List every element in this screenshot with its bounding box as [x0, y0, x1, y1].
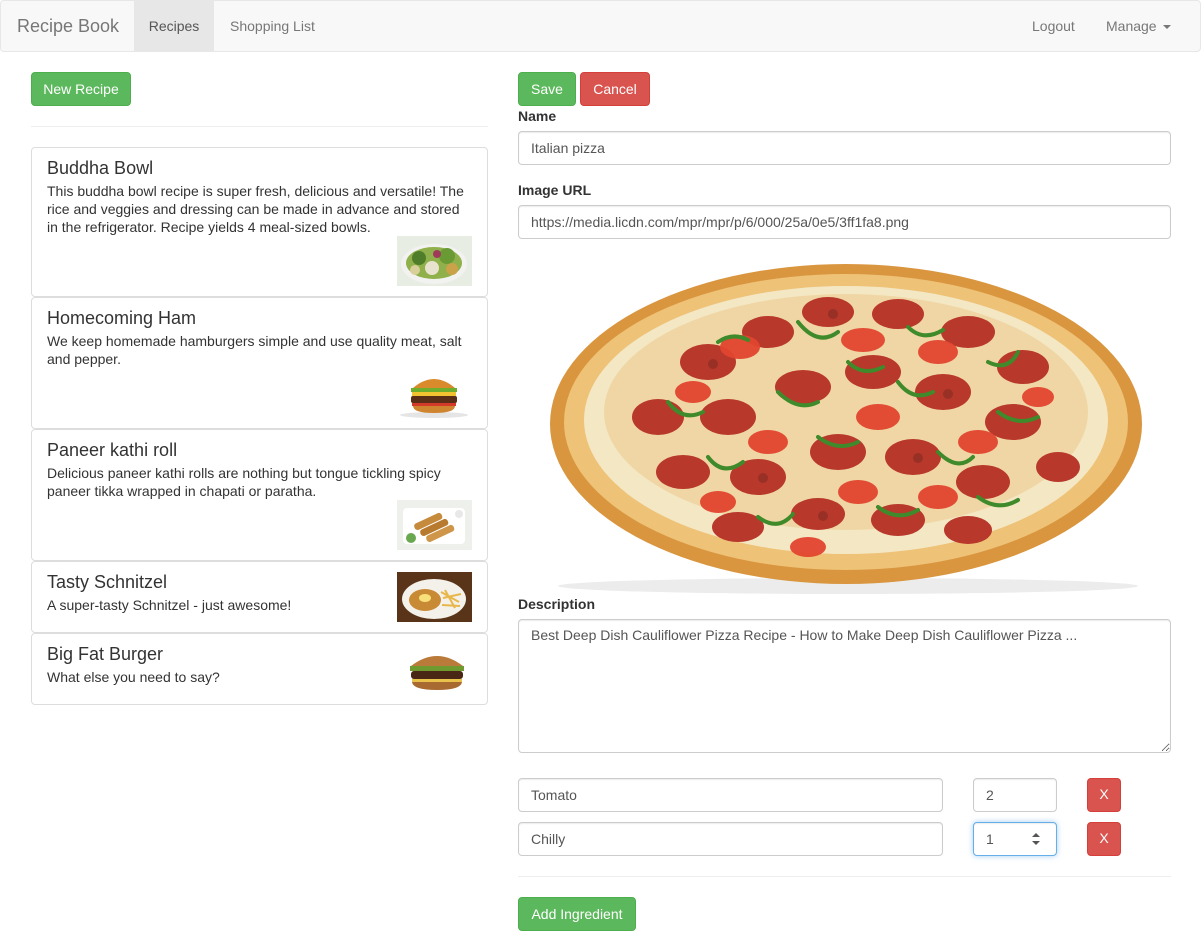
- recipe-description: This buddha bowl recipe is super fresh, …: [47, 183, 464, 235]
- save-button[interactable]: Save: [518, 72, 576, 106]
- recipe-title: Tasty Schnitzel: [47, 572, 168, 592]
- ingredient-name-input[interactable]: [518, 822, 943, 856]
- divider: [31, 126, 488, 127]
- navbar: Recipe Book Recipes Shopping List Logout…: [0, 0, 1201, 52]
- nav-recipes[interactable]: Recipes: [134, 1, 214, 51]
- recipe-list-item-tasty-schnitzel[interactable]: Tasty Schnitzel A super-tasty Schnitzel …: [31, 561, 488, 633]
- recipe-title: Homecoming Ham: [47, 308, 197, 328]
- kathi-roll-thumbnail: [397, 500, 472, 550]
- new-recipe-button[interactable]: New Recipe: [31, 72, 131, 106]
- description-label: Description: [518, 596, 596, 612]
- brand-link[interactable]: Recipe Book: [17, 1, 119, 51]
- recipe-list-item-buddha-bowl[interactable]: Buddha Bowl This buddha bowl recipe is s…: [31, 147, 488, 297]
- nav-manage-label: Manage: [1106, 18, 1157, 34]
- pepperoni-pizza-image: [518, 252, 1171, 594]
- ingredient-amount-input[interactable]: [973, 778, 1057, 812]
- name-label: Name: [518, 108, 557, 124]
- recipe-title: Buddha Bowl: [47, 158, 154, 178]
- ingredient-name-input[interactable]: [518, 778, 943, 812]
- recipe-list-item-big-fat-burger[interactable]: Big Fat Burger What else you need to say…: [31, 633, 488, 705]
- nav-manage-dropdown[interactable]: Manage: [1106, 1, 1171, 51]
- cancel-button[interactable]: Cancel: [580, 72, 650, 106]
- remove-ingredient-button[interactable]: X: [1087, 822, 1121, 856]
- ingredient-amount-input[interactable]: [973, 822, 1057, 856]
- image-url-input[interactable]: [518, 205, 1171, 239]
- burger-thumbnail: [397, 644, 472, 694]
- schnitzel-thumbnail: [397, 572, 472, 622]
- recipe-list-item-paneer-kathi-roll[interactable]: Paneer kathi roll Delicious paneer kathi…: [31, 429, 488, 561]
- recipe-list-item-homecoming-ham[interactable]: Homecoming Ham We keep homemade hamburge…: [31, 297, 488, 429]
- recipe-title: Paneer kathi roll: [47, 440, 178, 460]
- recipe-description: We keep homemade hamburgers simple and u…: [47, 333, 462, 367]
- recipe-title: Big Fat Burger: [47, 644, 164, 664]
- description-textarea[interactable]: Best Deep Dish Cauliflower Pizza Recipe …: [518, 619, 1171, 753]
- remove-ingredient-button[interactable]: X: [1087, 778, 1121, 812]
- recipe-description: Delicious paneer kathi rolls are nothing…: [47, 465, 441, 499]
- name-input[interactable]: [518, 131, 1171, 165]
- nav-shopping-list[interactable]: Shopping List: [230, 1, 315, 51]
- add-ingredient-button[interactable]: Add Ingredient: [518, 897, 636, 931]
- divider: [518, 876, 1171, 877]
- caret-down-icon: [1162, 25, 1171, 30]
- number-spinner-icon[interactable]: [1029, 830, 1043, 848]
- hamburger-thumbnail: [397, 368, 472, 418]
- buddha-bowl-thumbnail: [397, 236, 472, 286]
- image-url-label: Image URL: [518, 182, 592, 198]
- nav-logout[interactable]: Logout: [1032, 1, 1075, 51]
